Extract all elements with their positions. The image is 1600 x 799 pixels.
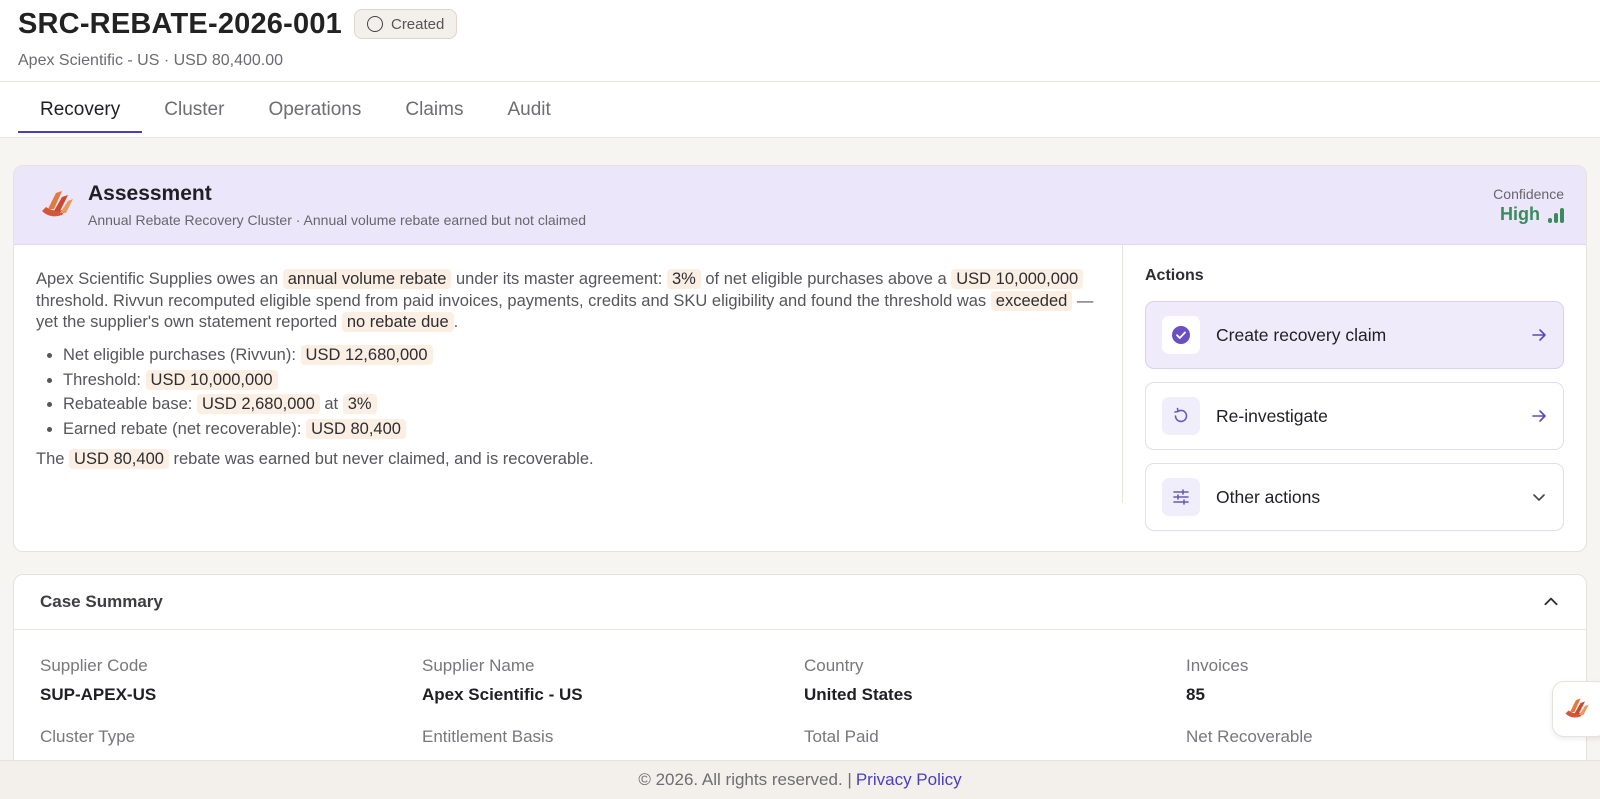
actions-panel: Actions Create recovery claim Re-investi… xyxy=(1123,245,1586,551)
action-label: Re-investigate xyxy=(1216,405,1328,426)
chevron-up-icon[interactable] xyxy=(1542,593,1560,611)
highlight-term: annual volume rebate xyxy=(282,269,452,289)
copyright-text: © 2026. All rights reserved. | xyxy=(638,770,852,789)
other-actions-dropdown[interactable]: Other actions xyxy=(1145,463,1564,531)
status-badge: Created xyxy=(353,9,458,39)
highlight-term: 3% xyxy=(342,394,377,415)
tab-operations[interactable]: Operations xyxy=(246,82,383,137)
create-recovery-claim-button[interactable]: Create recovery claim xyxy=(1145,301,1564,369)
item-label: Earned rebate (net recoverable): xyxy=(63,419,307,438)
case-summary-title: Case Summary xyxy=(40,592,163,611)
status-circle-icon xyxy=(366,16,383,32)
tab-cluster[interactable]: Cluster xyxy=(142,82,246,137)
list-item: Threshold: USD 10,000,000 xyxy=(63,368,1100,393)
refresh-icon xyxy=(1162,397,1200,435)
text-segment: . xyxy=(453,313,459,332)
tab-audit[interactable]: Audit xyxy=(485,82,572,137)
list-item: Net eligible purchases (Rivvun): USD 12,… xyxy=(63,343,1100,368)
assessment-card: Assessment Annual Rebate Recovery Cluste… xyxy=(13,165,1587,552)
field-label: Total Paid xyxy=(804,727,879,746)
field-total-paid: Total Paid xyxy=(804,727,1186,747)
confidence-indicator: Confidence High xyxy=(1493,186,1564,225)
case-summary-fields: Supplier Code SUP-APEX-US Supplier Name … xyxy=(14,630,1586,747)
highlight-term: no rebate due xyxy=(341,312,454,333)
case-summary-card: Case Summary Supplier Code SUP-APEX-US S… xyxy=(13,574,1587,774)
field-label: Cluster Type xyxy=(40,727,136,746)
tab-claims[interactable]: Claims xyxy=(383,82,485,137)
field-label: Supplier Code xyxy=(40,656,148,675)
text-segment: threshold. Rivvun recomputed eligible sp… xyxy=(36,291,991,310)
text-segment: Apex Scientific Supplies owes an xyxy=(36,270,283,288)
field-value: United States xyxy=(804,685,913,704)
case-summary-header[interactable]: Case Summary xyxy=(14,575,1586,630)
field-label: Supplier Name xyxy=(422,656,535,675)
highlight-term: USD 10,000,000 xyxy=(951,269,1084,289)
text-segment: rebate was earned but never claimed, and… xyxy=(168,450,594,469)
text-segment: at xyxy=(319,395,343,414)
case-header: SRC-REBATE-2026-001 Created Apex Scienti… xyxy=(0,0,1600,82)
confidence-value: High xyxy=(1500,203,1540,224)
assessment-paragraph: Apex Scientific Supplies owes an annual … xyxy=(36,269,1100,334)
rebate-breakdown-list: Net eligible purchases (Rivvun): USD 12,… xyxy=(63,343,1100,441)
field-net-recoverable: Net Recoverable xyxy=(1186,727,1560,747)
highlight-term: USD 10,000,000 xyxy=(145,369,278,390)
highlight-term: exceeded xyxy=(990,290,1073,311)
actions-heading: Actions xyxy=(1145,267,1204,284)
field-entitlement-basis: Entitlement Basis xyxy=(422,727,804,747)
field-label: Invoices xyxy=(1186,656,1249,675)
field-invoices: Invoices 85 xyxy=(1186,656,1560,705)
assistant-launcher-button[interactable] xyxy=(1552,681,1600,737)
field-value: 85 xyxy=(1186,685,1205,704)
field-country: Country United States xyxy=(804,656,1186,705)
assessment-conclusion: The USD 80,400 rebate was earned but nev… xyxy=(36,449,1100,471)
arrow-right-icon xyxy=(1532,410,1546,422)
brand-logo-icon xyxy=(42,191,73,217)
action-label: Other actions xyxy=(1216,486,1321,507)
tab-bar: Recovery Cluster Operations Claims Audit xyxy=(0,82,1600,138)
text-segment: of net eligible purchases above a xyxy=(700,270,952,288)
highlight-term: USD 12,680,000 xyxy=(300,345,433,366)
item-label: Rebateable base: xyxy=(63,395,197,414)
text-segment: under its master agreement: xyxy=(451,270,667,288)
highlight-term: USD 80,400 xyxy=(69,449,169,470)
confidence-label: Confidence xyxy=(1493,185,1564,202)
assessment-subtitle: Annual Rebate Recovery Cluster · Annual … xyxy=(88,212,587,228)
assessment-narrative: Apex Scientific Supplies owes an annual … xyxy=(14,245,1123,503)
text-segment: The xyxy=(36,450,70,469)
list-item: Rebateable base: USD 2,680,000 at 3% xyxy=(63,392,1100,417)
field-supplier-code: Supplier Code SUP-APEX-US xyxy=(40,656,422,705)
highlight-term: USD 2,680,000 xyxy=(196,394,320,415)
highlight-term: USD 80,400 xyxy=(306,418,406,439)
re-investigate-button[interactable]: Re-investigate xyxy=(1145,382,1564,450)
field-supplier-name: Supplier Name Apex Scientific - US xyxy=(422,656,804,705)
field-value: SUP-APEX-US xyxy=(40,685,157,704)
list-item: Earned rebate (net recoverable): USD 80,… xyxy=(63,417,1100,442)
page-footer: © 2026. All rights reserved. | Privacy P… xyxy=(0,760,1600,799)
field-label: Net Recoverable xyxy=(1186,727,1313,746)
item-label: Net eligible purchases (Rivvun): xyxy=(63,346,301,365)
tab-recovery[interactable]: Recovery xyxy=(18,82,143,137)
field-label: Country xyxy=(804,656,864,675)
field-value: Apex Scientific - US xyxy=(422,685,583,704)
chevron-down-icon xyxy=(1533,494,1545,501)
brand-logo-icon xyxy=(1565,698,1589,718)
main-content: Assessment Annual Rebate Recovery Cluste… xyxy=(0,138,1600,774)
status-label: Created xyxy=(390,15,445,33)
assessment-title: Assessment xyxy=(88,182,212,205)
case-title: SRC-REBATE-2026-001 xyxy=(18,7,342,40)
arrow-right-icon xyxy=(1532,329,1546,341)
check-circle-icon xyxy=(1162,316,1200,354)
item-label: Threshold: xyxy=(63,370,146,389)
field-label: Entitlement Basis xyxy=(422,727,554,746)
sliders-icon xyxy=(1162,478,1200,516)
action-label: Create recovery claim xyxy=(1216,324,1387,345)
privacy-policy-link[interactable]: Privacy Policy xyxy=(856,770,962,790)
field-cluster-type: Cluster Type xyxy=(40,727,422,747)
assessment-header: Assessment Annual Rebate Recovery Cluste… xyxy=(14,166,1586,245)
highlight-term: 3% xyxy=(666,269,701,289)
case-subtitle: Apex Scientific - US · USD 80,400.00 xyxy=(18,52,284,69)
signal-bars-icon xyxy=(1548,205,1564,223)
